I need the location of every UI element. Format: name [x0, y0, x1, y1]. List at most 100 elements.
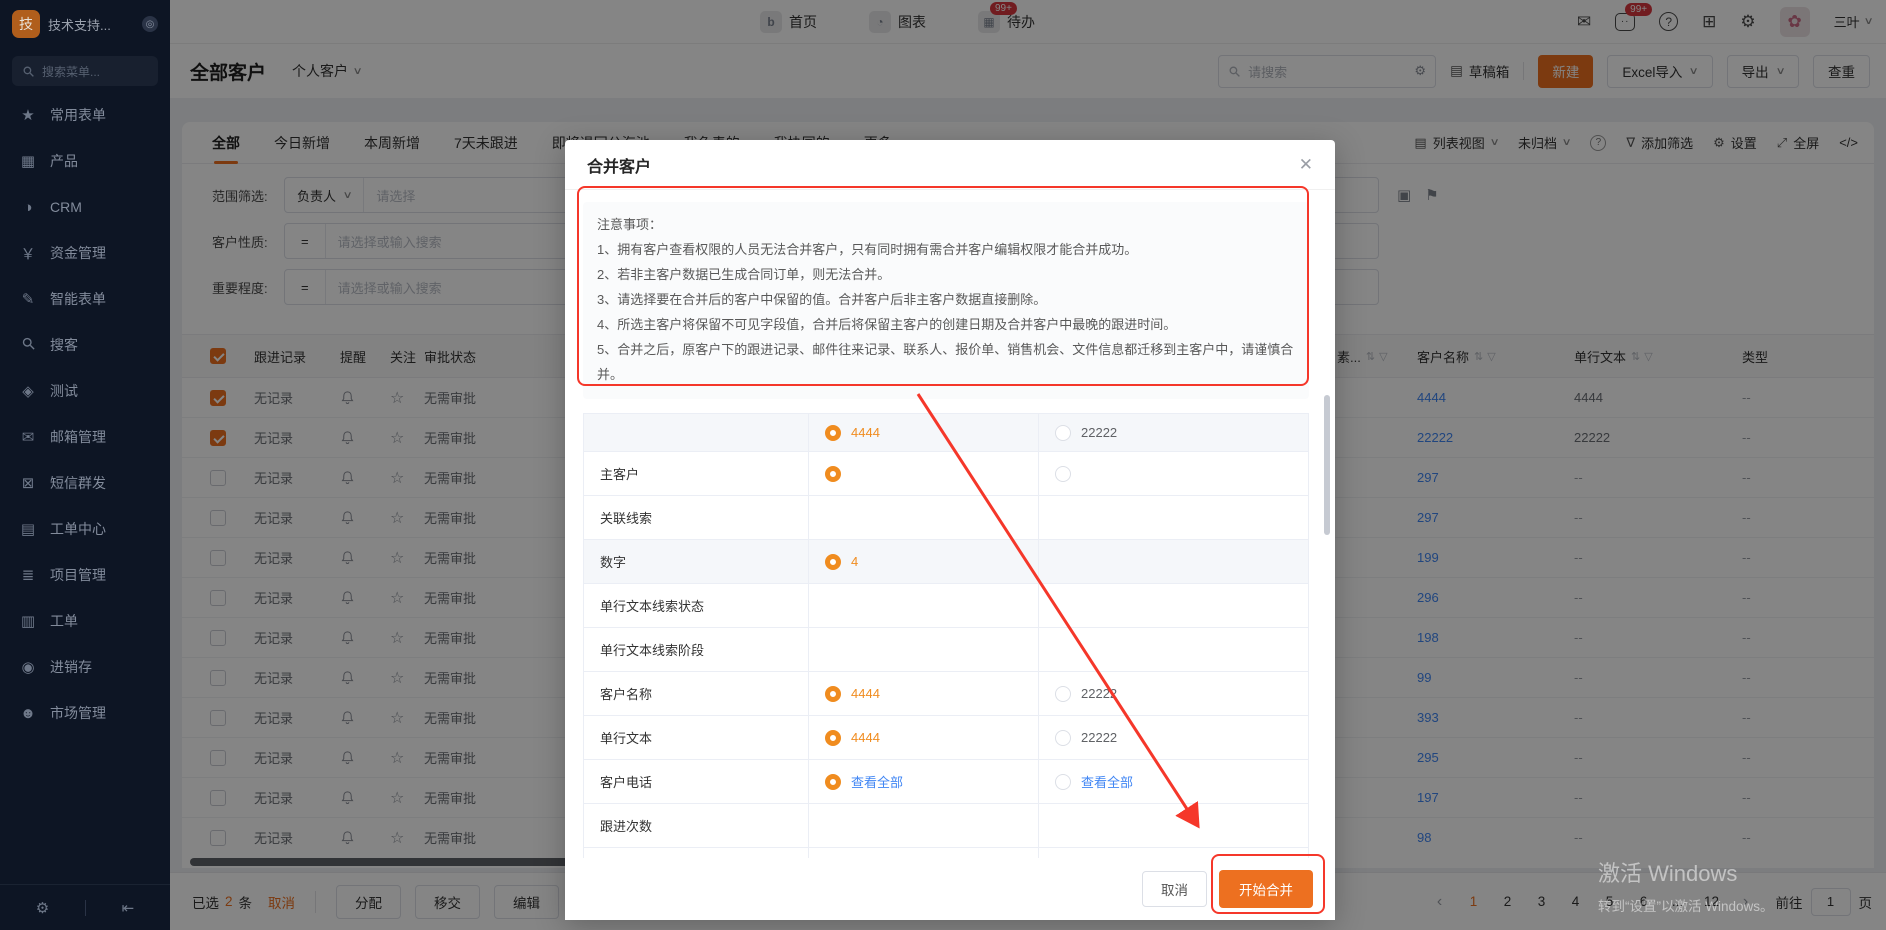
merge-field-label: 主客户: [584, 452, 809, 495]
merge-field-label: [584, 414, 809, 451]
sidebar: 技 技术支持... ◎ 搜索菜单... ★ 常用表单 ▦产品◑CRM￥资金管理 ✎ 智能…: [0, 0, 170, 930]
merge-field-label: 关联线索: [584, 496, 809, 539]
sidebar-item-2[interactable]: ▦产品: [0, 138, 170, 184]
sms-icon: ⊠: [19, 474, 37, 492]
sidebar-item-11[interactable]: ≣项目管理: [0, 552, 170, 598]
sidebar-settings-icon[interactable]: ⚙: [36, 899, 49, 917]
merge-option-b: 查看全部: [1039, 760, 1308, 803]
close-icon[interactable]: ✕: [1299, 155, 1313, 175]
notice-lines: 1、拥有客户查看权限的人员无法合并客户，只有同时拥有需合并客户编辑权限才能合并成…: [597, 237, 1295, 387]
radio-unselected[interactable]: [1055, 774, 1071, 790]
sidebar-item-label: 邮箱管理: [50, 427, 106, 447]
sidebar-item-6[interactable]: 搜客: [0, 322, 170, 368]
merge-field-label: 单行文本线索阶段: [584, 628, 809, 671]
merge-option-a: 查看全部: [809, 760, 1039, 803]
merge-option-a: [809, 452, 1039, 495]
sidebar-item-8[interactable]: ✉邮箱管理: [0, 414, 170, 460]
radio-selected[interactable]: [825, 730, 841, 746]
search-customer-icon: [19, 336, 37, 355]
merge-customer-modal: 合并客户 ✕ 注意事项： 1、拥有客户查看权限的人员无法合并客户，只有同时拥有需…: [565, 140, 1335, 920]
merge-option-b: [1039, 804, 1308, 847]
sidebar-search-input[interactable]: 搜索菜单...: [12, 56, 158, 86]
merge-field-label: 单行文本线索状态: [584, 584, 809, 627]
sidebar-item-5[interactable]: ✎ 智能表单: [0, 276, 170, 322]
notice-line-2: 2、若非主客户数据已生成合同订单，则无法合并。: [597, 262, 1295, 287]
merge-field-label: 数字: [584, 540, 809, 583]
option-value: 22222: [1081, 686, 1117, 701]
radio-unselected[interactable]: [1055, 686, 1071, 702]
option-value: 4444: [851, 686, 880, 701]
notice-title: 注意事项：: [597, 212, 1295, 237]
merge-row-跟进次数: 跟进次数: [584, 804, 1308, 848]
sidebar-item-13[interactable]: ◉进销存: [0, 644, 170, 690]
sidebar-item-label: 测试: [50, 381, 78, 401]
merge-option-b: [1039, 452, 1308, 495]
collapse-sidebar-icon[interactable]: ⇤: [122, 899, 135, 917]
radio-selected[interactable]: [825, 774, 841, 790]
sidebar-item-10[interactable]: ▤工单中心: [0, 506, 170, 552]
merge-row-客户名称: 客户名称444422222: [584, 672, 1308, 716]
tag-icon: ◈: [19, 382, 37, 400]
sidebar-item-4[interactable]: ￥资金管理: [0, 230, 170, 276]
merge-row-关联线索: 关联线索: [584, 496, 1308, 540]
sidebar-item-label: 智能表单: [50, 289, 106, 309]
radio-unselected[interactable]: [1055, 466, 1071, 482]
radio-unselected[interactable]: [1055, 425, 1071, 441]
option-value[interactable]: 查看全部: [1081, 772, 1133, 791]
work-order-icon: ▥: [19, 612, 37, 630]
modal-header: 合并客户 ✕: [565, 140, 1335, 190]
merge-row-单行文本线索阶段: 单行文本线索阶段: [584, 628, 1308, 672]
smart-form-icon: ✎: [19, 290, 37, 308]
sidebar-item-label: 工单: [50, 611, 78, 631]
merge-row-客户电话: 客户电话 查看全部 查看全部: [584, 760, 1308, 804]
merge-option-a: 4444: [809, 716, 1039, 759]
sidebar-item-label: 常用表单: [50, 105, 106, 125]
merge-row-单行文本线索状态: 单行文本线索状态: [584, 584, 1308, 628]
app-root: 技 技术支持... ◎ 搜索菜单... ★ 常用表单 ▦产品◑CRM￥资金管理 ✎ 智能…: [0, 0, 1886, 930]
radio-unselected[interactable]: [1055, 730, 1071, 746]
crm-icon: ◑: [19, 199, 37, 216]
sidebar-item-1[interactable]: ★ 常用表单: [0, 92, 170, 138]
sidebar-item-12[interactable]: ▥ 工单: [0, 598, 170, 644]
sidebar-item-7[interactable]: ◈ 测试: [0, 368, 170, 414]
project-icon: ≣: [19, 566, 37, 584]
workspace-badge-icon[interactable]: ◎: [142, 16, 158, 32]
merge-field-label: 客户电话: [584, 760, 809, 803]
merge-field-label: 单行文本: [584, 716, 809, 759]
modal-scrollbar[interactable]: [1324, 395, 1330, 535]
radio-selected[interactable]: [825, 425, 841, 441]
radio-selected[interactable]: [825, 554, 841, 570]
start-merge-button[interactable]: 开始合并: [1219, 870, 1313, 908]
logo-icon: 技: [12, 10, 40, 38]
radio-selected[interactable]: [825, 686, 841, 702]
merge-option-b: [1039, 540, 1308, 583]
merge-option-a: [809, 584, 1039, 627]
merge-option-b: [1039, 496, 1308, 539]
sidebar-menu: ★ 常用表单 ▦产品◑CRM￥资金管理 ✎ 智能表单搜客 ◈ 测试 ✉邮箱管理⊠短信群发▤工单…: [0, 92, 170, 736]
notice-line-1: 1、拥有客户查看权限的人员无法合并客户，只有同时拥有需合并客户编辑权限才能合并成…: [597, 237, 1295, 262]
sidebar-item-label: 市场管理: [50, 703, 106, 723]
app-logo[interactable]: 技 技术支持... ◎: [0, 0, 170, 48]
option-value: 4444: [851, 730, 880, 745]
modal-cancel-button[interactable]: 取消: [1142, 871, 1207, 907]
notice-line-3: 3、请选择要在合并后的客户中保留的值。合并客户后非主客户数据直接删除。: [597, 287, 1295, 312]
sidebar-item-9[interactable]: ⊠短信群发: [0, 460, 170, 506]
radio-selected[interactable]: [825, 466, 841, 482]
option-value: 22222: [1081, 425, 1117, 440]
merge-option-a: [809, 496, 1039, 539]
merge-option-a: [809, 628, 1039, 671]
modal-footer: 取消 开始合并: [565, 858, 1335, 920]
modal-title: 合并客户: [587, 153, 651, 177]
merge-row-header: 444422222: [584, 414, 1308, 452]
sidebar-item-14[interactable]: ☻市场管理: [0, 690, 170, 736]
merge-option-b: 22222: [1039, 414, 1308, 451]
merge-option-b: [1039, 628, 1308, 671]
sidebar-item-3[interactable]: ◑CRM: [0, 184, 170, 230]
merge-option-a: [809, 804, 1039, 847]
merge-option-b: 22222: [1039, 672, 1308, 715]
sidebar-item-label: 产品: [50, 151, 78, 171]
option-value[interactable]: 查看全部: [851, 772, 903, 791]
merge-option-a: 4444: [809, 672, 1039, 715]
star-icon: ★: [19, 106, 37, 124]
option-value: 22222: [1081, 730, 1117, 745]
